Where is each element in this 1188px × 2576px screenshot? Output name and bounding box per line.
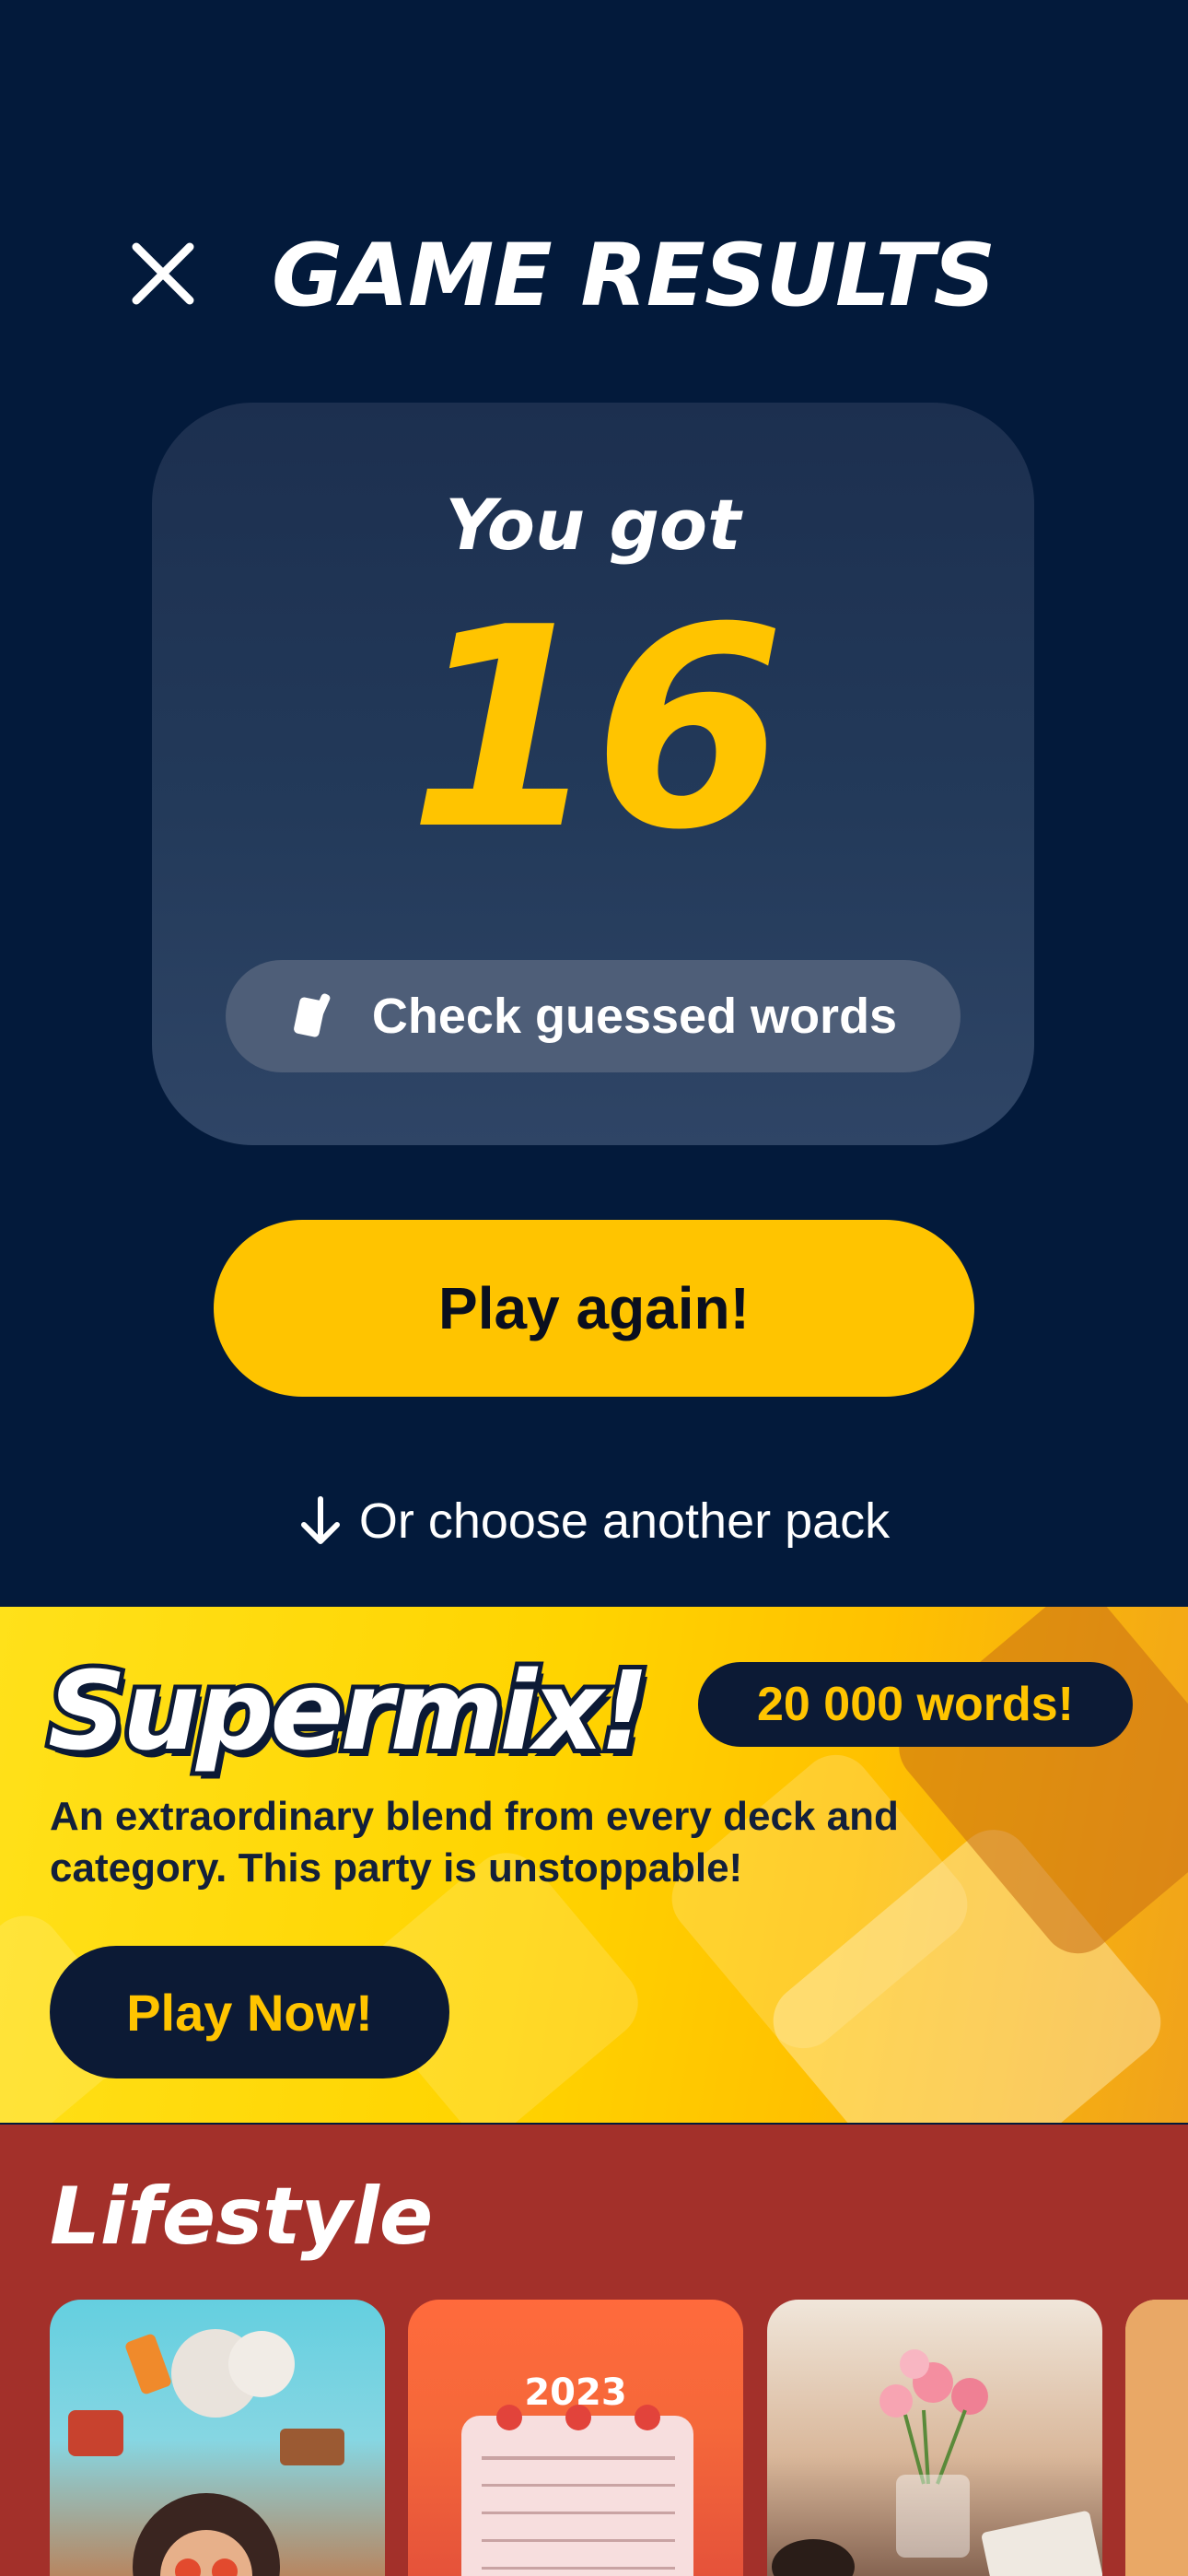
cards-icon [289, 986, 346, 1047]
pack-tile[interactable]: 2023 [408, 2300, 743, 2576]
arrow-down-icon [300, 1496, 340, 1544]
play-again-button[interactable]: Play again! [214, 1220, 974, 1397]
word-count-badge: 20 000 words! [698, 1662, 1133, 1747]
score-label: You got [445, 484, 741, 566]
lifestyle-section: Lifestyle 2023 [0, 2125, 1188, 2576]
supermix-description: An extraordinary blend from every deck a… [50, 1794, 899, 1891]
supermix-banner[interactable]: Supermix! 20 000 words! An extraordinary… [0, 1607, 1188, 2123]
calendar-image [461, 2405, 693, 2576]
supermix-title: Supermix! [43, 1646, 654, 1775]
header: GAME RESULTS [129, 230, 1059, 322]
check-guessed-words-button[interactable]: Check guessed words [226, 960, 961, 1072]
choose-another-pack-link[interactable]: Or choose another pack [0, 1493, 1188, 1550]
page-title: GAME RESULTS [272, 226, 996, 326]
character-collage-image [68, 2329, 344, 2576]
play-now-button[interactable]: Play Now! [50, 1946, 449, 2078]
pack-tile[interactable] [767, 2300, 1102, 2576]
choose-another-pack-label: Or choose another pack [358, 1493, 891, 1549]
flowers-table-image [772, 2349, 1102, 2576]
check-guessed-words-label: Check guessed words [371, 989, 898, 1044]
score-card: You got 16 Check guessed words [152, 403, 1034, 1145]
calendar-year: 2023 [524, 2371, 627, 2414]
close-icon[interactable] [129, 240, 197, 308]
pack-tile[interactable] [50, 2300, 385, 2576]
section-title: Lifestyle [50, 2171, 434, 2263]
pack-tile[interactable] [1125, 2300, 1188, 2576]
score-value: 16 [408, 568, 785, 890]
pack-image [1125, 2300, 1188, 2576]
